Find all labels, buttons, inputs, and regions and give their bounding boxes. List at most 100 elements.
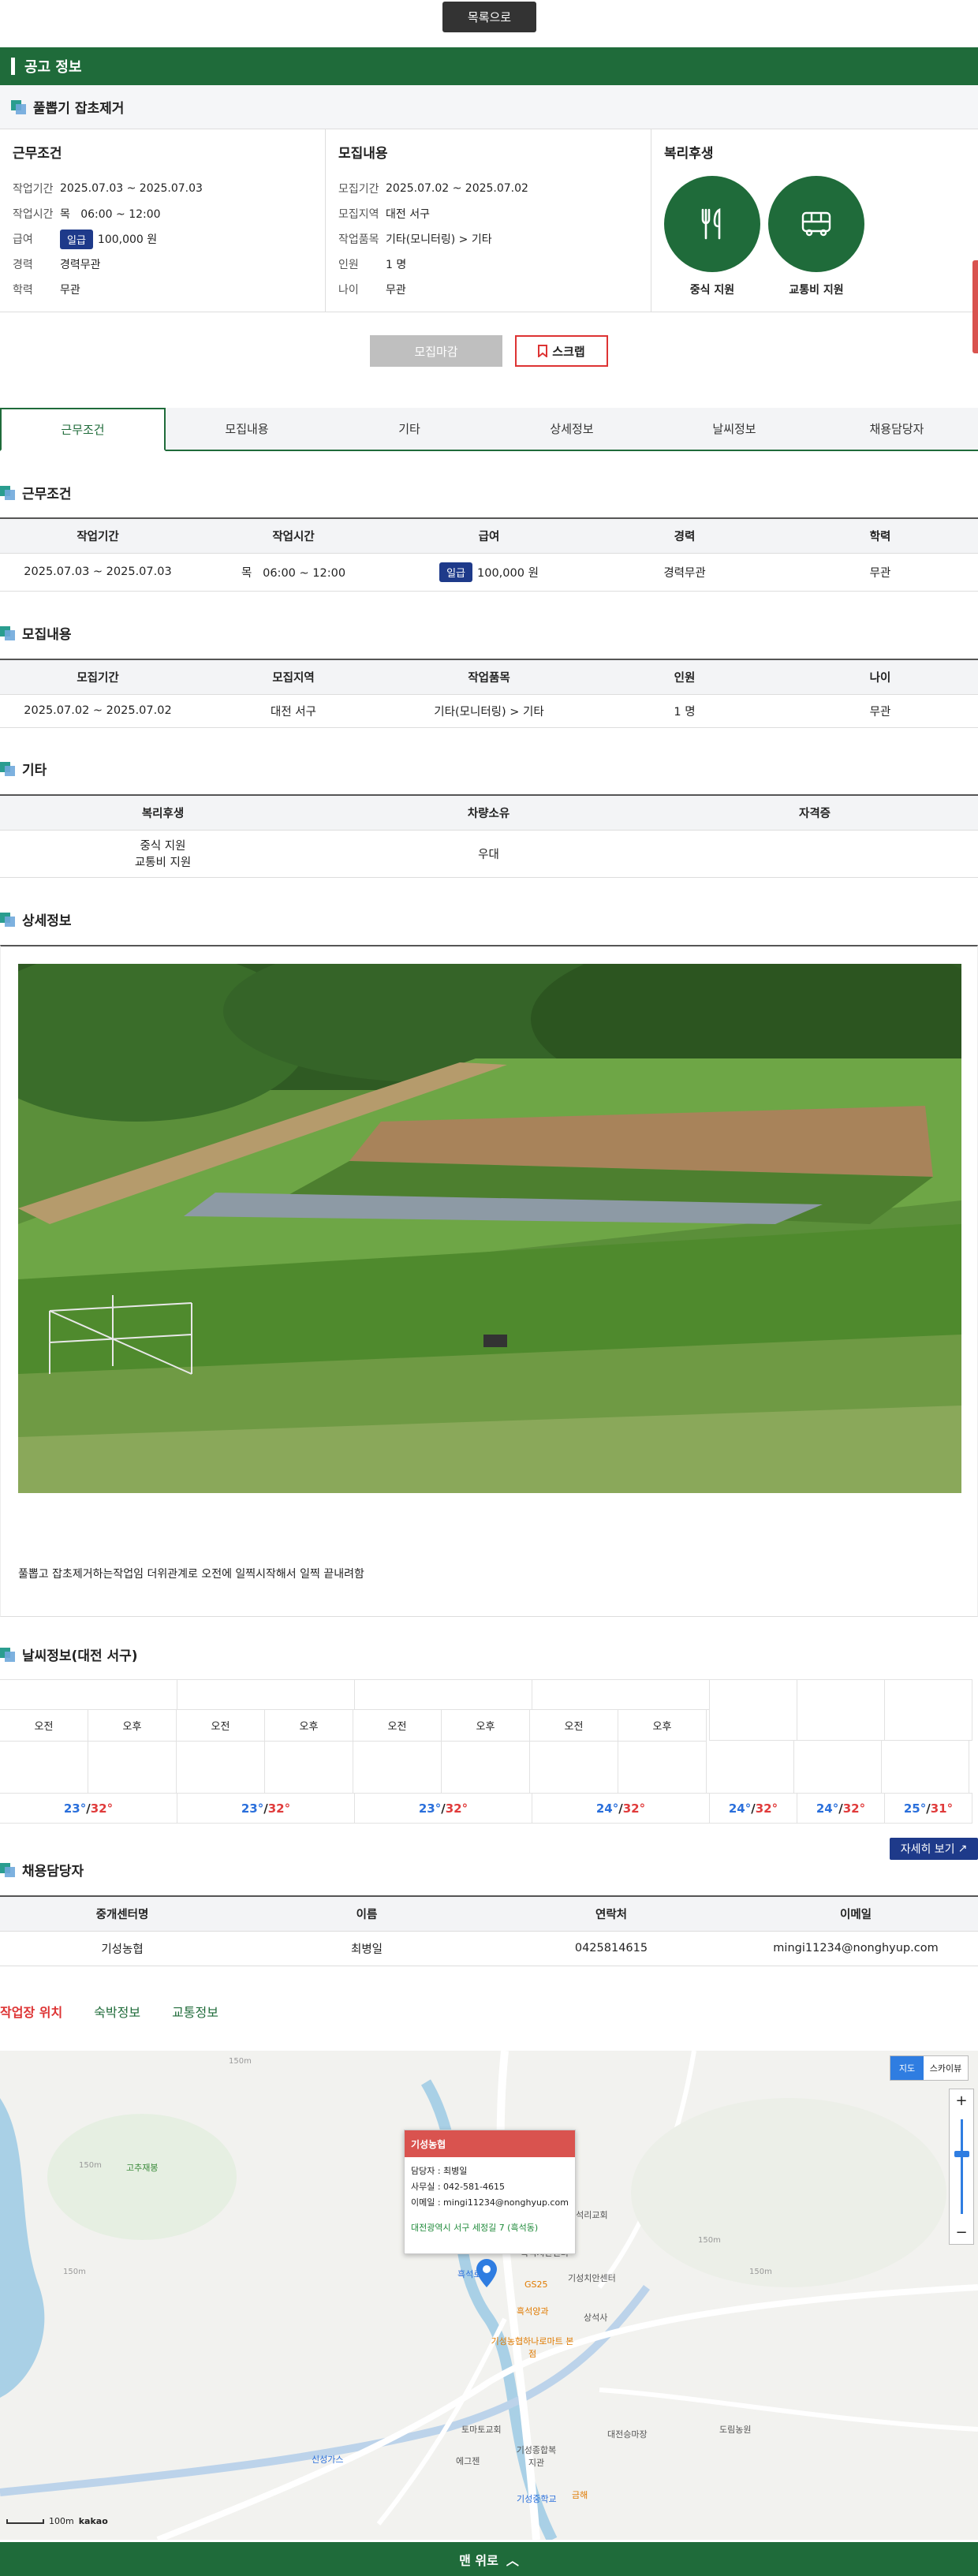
table-cell: 최병일 [244, 1931, 489, 1966]
popup-address: 대전광역시 서구 세정길 7 (흑석동) [411, 2223, 539, 2233]
back-to-top-button[interactable]: 맨 위로 ︿ [0, 2542, 978, 2576]
contact-table: 중개센터명 이름 연락처 이메일 기성농협 최병일 0425814615 min… [0, 1895, 978, 1966]
row-key: 작업기간 [13, 183, 54, 196]
pay-type-badge: 일급 [439, 562, 472, 582]
summary-work-heading: 근무조건 [13, 146, 62, 162]
recruit-closed-button[interactable]: 모집마감 [370, 335, 502, 367]
map-label: 150m [63, 2268, 86, 2276]
tab-etc[interactable]: 기타 [328, 408, 491, 450]
section-title-detail: 상세정보 [0, 909, 72, 929]
summary-row: 작업품목 기타(모니터링) > 기타 [338, 226, 638, 252]
weather-date-cell [797, 1679, 885, 1741]
tab-weather[interactable]: 날씨정보 [653, 408, 816, 450]
more-label: 자세히 보기 [900, 1843, 955, 1856]
weather-icon-cell [264, 1741, 353, 1794]
temp-high: 32° [842, 1801, 866, 1816]
map-label: 기성중학교 [517, 2494, 557, 2504]
table-cell: 1 명 [587, 694, 782, 728]
row-key: 학력 [13, 284, 33, 297]
tab-recruit[interactable]: 모집내용 [166, 408, 328, 450]
table-row: 2025.07.02 ~ 2025.07.02 대전 서구 기타(모니터링) >… [0, 694, 978, 728]
map-view[interactable]: 고추재봉 150m 150m 150m 150m 150m 흑석리교회 흑석치안… [0, 2051, 978, 2540]
job-title-row: 풀뽑기 잡초제거 [0, 85, 978, 129]
welfare-label: 중식 지원 [689, 284, 735, 297]
tab-detail[interactable]: 상세정보 [491, 408, 653, 450]
table-cell: mingi11234@nonghyup.com [734, 1931, 978, 1966]
summary-work: 근무조건 작업기간 2025.07.03 ~ 2025.07.03 작업시간 목 0… [0, 129, 326, 312]
weather-date-cell [354, 1679, 532, 1710]
section-title-etc: 기타 [0, 759, 47, 778]
map-type-map[interactable]: 지도 [890, 2056, 924, 2080]
table-header: 연락처 [489, 1895, 734, 1932]
zoom-in-icon[interactable]: + [955, 2093, 967, 2109]
location-tabs: 작업장 위치 숙박정보 교통정보 [0, 2002, 218, 2021]
weather-icon-cell [881, 1741, 969, 1794]
table-cell: 경력무관 [587, 553, 782, 592]
row-value: 대전 서구 [386, 208, 430, 221]
section-title-text: 채용담당자 [22, 1864, 84, 1880]
temp-high: 32° [90, 1801, 114, 1816]
table-row: 중식 지원 교통비 지원 우대 [0, 830, 978, 878]
tab-workplace-location[interactable]: 작업장 위치 [0, 2002, 62, 2021]
map-label: 에그젠 [456, 2456, 480, 2466]
weather-am: 오전 [353, 1709, 442, 1742]
table-header: 자격증 [651, 794, 978, 831]
temp-high: 32° [755, 1801, 778, 1816]
list-button[interactable]: 목록으로 [442, 2, 536, 32]
map-type-switch: 지도 스카이뷰 [890, 2055, 969, 2081]
row-key: 인원 [338, 259, 359, 271]
weather-temp: 24°/32° [797, 1793, 885, 1824]
zoom-out-icon[interactable]: − [955, 2224, 967, 2241]
section-title-text: 날씨정보(대전 서구) [22, 1648, 138, 1664]
cube-icon [0, 1862, 16, 1877]
map-label: 기성치안센터 [568, 2273, 616, 2283]
header-accent-bar [11, 58, 15, 75]
table-header: 작업시간 [196, 517, 391, 554]
scrap-label: 스크랩 [552, 344, 585, 359]
map-pin-icon[interactable] [476, 2259, 497, 2287]
recruit-table: 모집기간 모집지역 작업품목 인원 나이 2025.07.02 ~ 2025.0… [0, 659, 978, 728]
cube-icon [0, 485, 16, 500]
table-header: 학력 [782, 517, 978, 554]
tab-contact[interactable]: 채용담당자 [816, 408, 978, 450]
table-cell: 중식 지원 교통비 지원 [0, 830, 326, 878]
row-key: 모집지역 [338, 208, 379, 221]
map-label: 상석사 [584, 2313, 608, 2323]
scrap-button[interactable]: 스크랩 [515, 335, 608, 367]
tab-transport[interactable]: 교통정보 [172, 2002, 218, 2021]
weather-icon-cell [618, 1741, 707, 1794]
weather-date-cell [709, 1679, 797, 1741]
row-key: 나이 [338, 284, 359, 297]
map-type-skyview[interactable]: 스카이뷰 [924, 2056, 968, 2080]
row-value: 2025.07.02 ~ 2025.07.02 [386, 182, 528, 195]
table-cell: 일급 100,000 원 [391, 553, 587, 592]
welfare-item-transport: 교통비 지원 [768, 176, 864, 297]
summary-welfare-heading: 복리후생 [664, 146, 714, 162]
row-value: 무관 [60, 284, 80, 297]
summary-row: 인원 1 명 [338, 252, 638, 277]
temp-low: 23° [418, 1801, 442, 1816]
summary-row: 경력 경력무관 [13, 252, 312, 277]
summary-row: 모집지역 대전 서구 [338, 201, 638, 226]
summary-row: 작업시간 목 06:00 ~ 12:00 [13, 201, 312, 226]
tab-lodging[interactable]: 숙박정보 [94, 2002, 140, 2021]
map-popup: 기성농협 담당자 : 최병일 사무실 : 042-581-4615 이메일 : … [404, 2130, 576, 2254]
summary-recruit: 모집내용 모집기간 2025.07.02 ~ 2025.07.02 모집지역 대전 … [326, 129, 651, 312]
temp-low: 24° [816, 1801, 839, 1816]
table-cell: 기성농협 [0, 1931, 244, 1966]
map-brand: kakao [78, 2516, 108, 2526]
map-label: 금해 [572, 2490, 588, 2500]
summary-row: 모집기간 2025.07.02 ~ 2025.07.02 [338, 176, 638, 201]
cube-icon [0, 1647, 16, 1662]
weather-more-button[interactable]: 자세히 보기 ↗ [890, 1838, 978, 1860]
table-header: 경력 [587, 517, 782, 554]
map-label: 신성가스 [312, 2455, 344, 2465]
weather-icon-cell [529, 1741, 618, 1794]
zoom-slider[interactable] [954, 2119, 969, 2214]
table-header: 복리후생 [0, 794, 326, 831]
work-time: 06:00 ~ 12:00 [263, 566, 346, 580]
table-header: 중개센터명 [0, 1895, 244, 1932]
bus-icon [768, 176, 864, 272]
map-label: 150m [79, 2161, 102, 2170]
tab-work-conditions[interactable]: 근무조건 [0, 408, 166, 451]
